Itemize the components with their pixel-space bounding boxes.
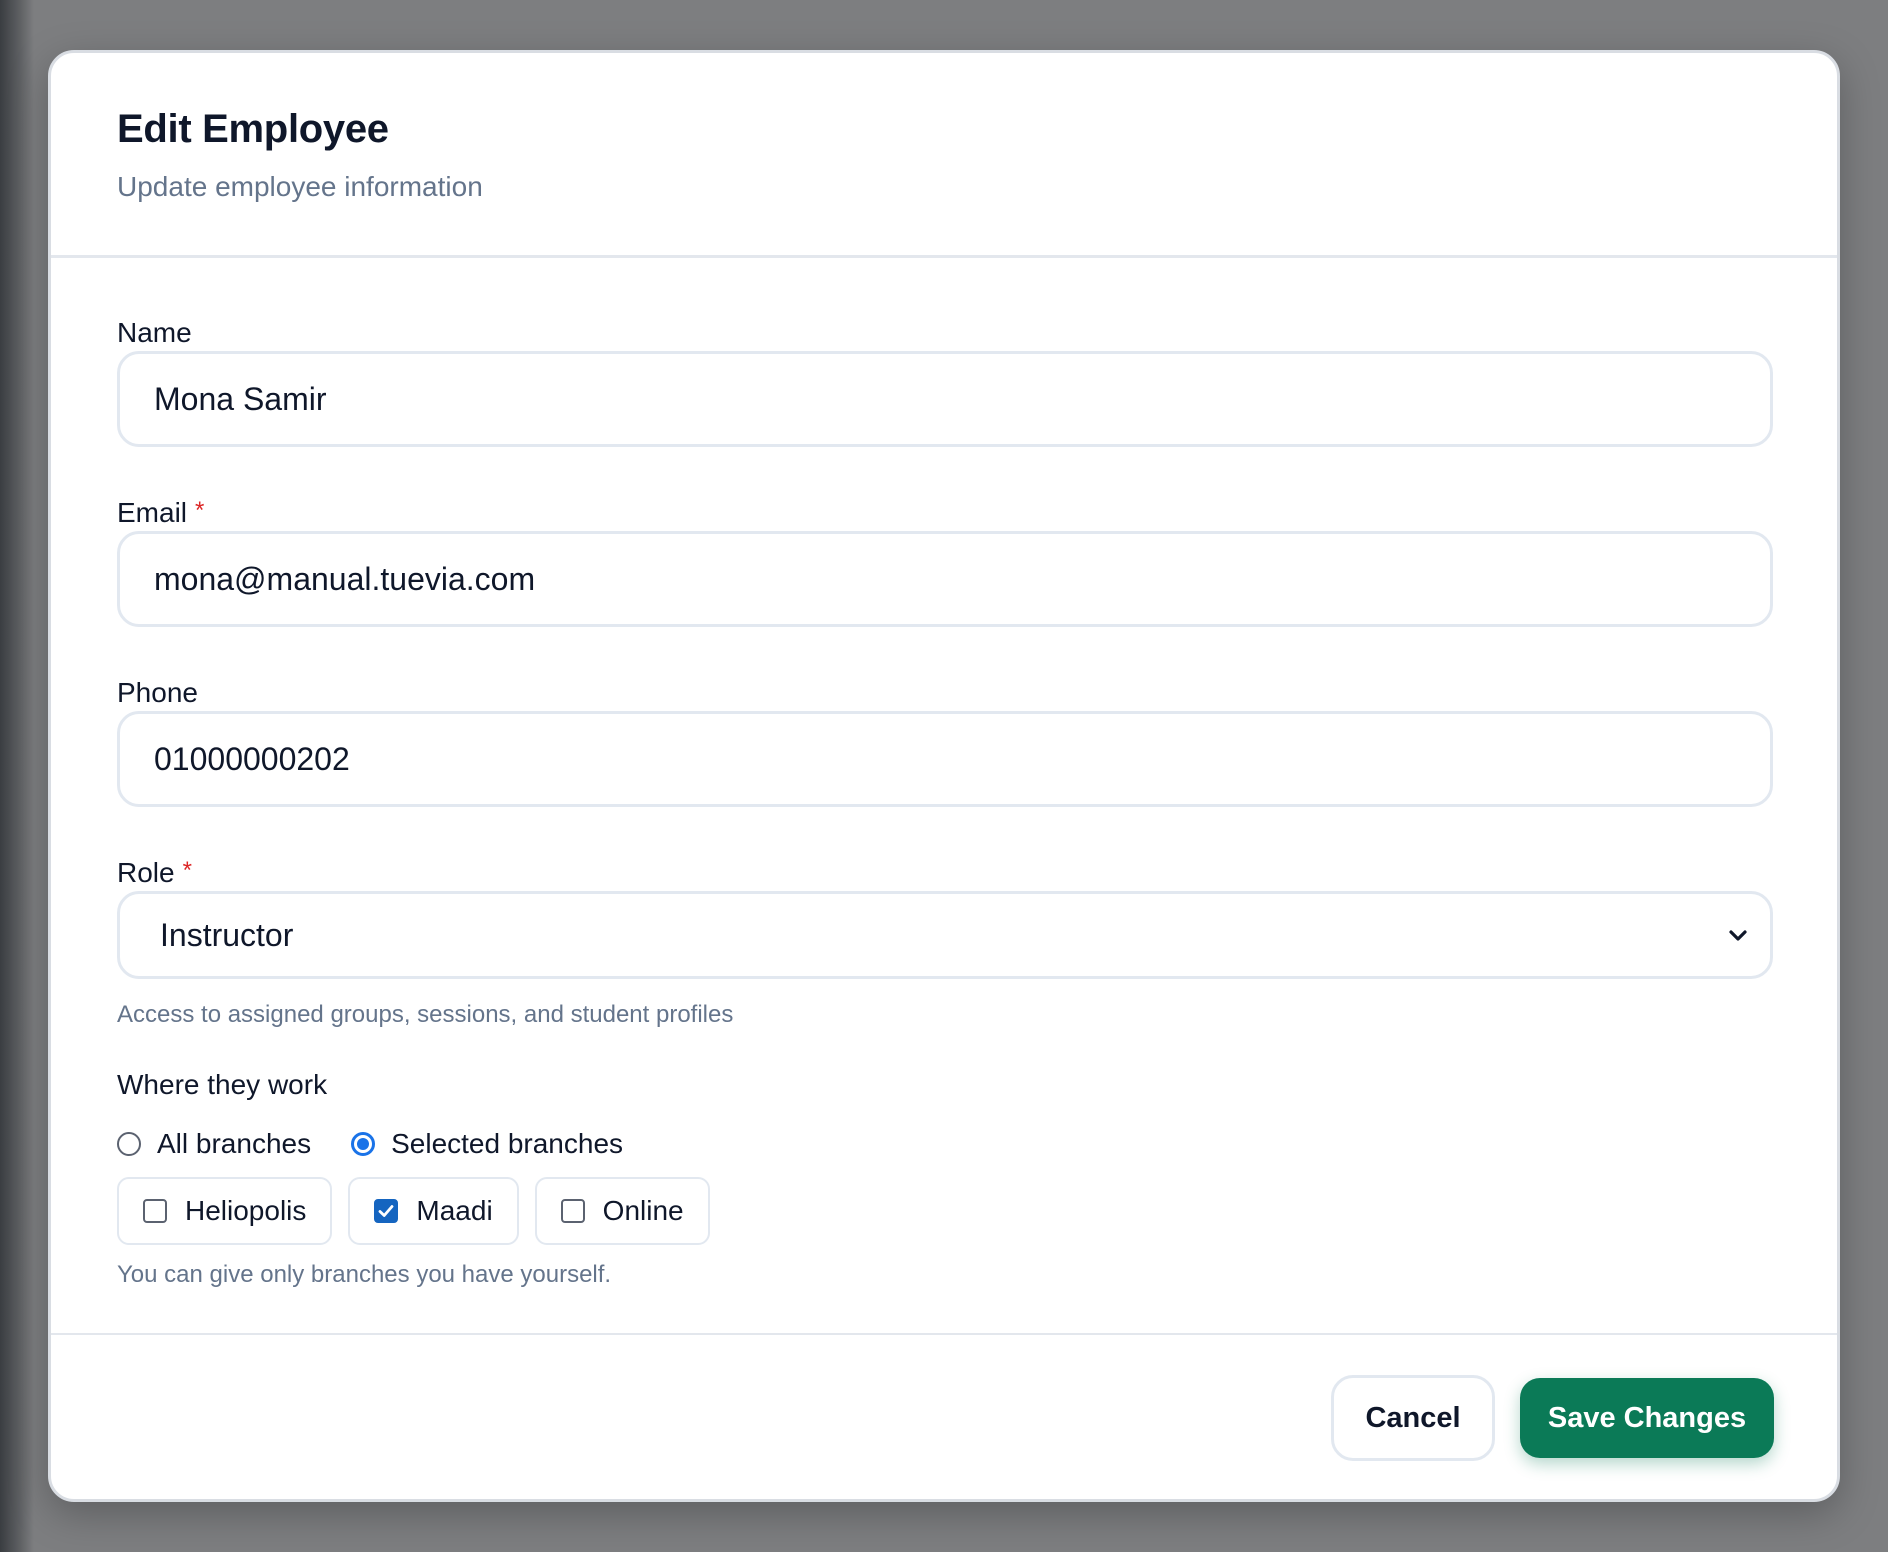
required-marker: * [195, 497, 205, 524]
work-location-label: Where they work [117, 1069, 328, 1100]
footer-divider [51, 1333, 1837, 1335]
checkbox[interactable] [374, 1199, 399, 1223]
phone-label-text: Phone [117, 677, 198, 708]
phone-input[interactable] [117, 711, 1773, 807]
email-input[interactable] [117, 531, 1773, 627]
dialog-subtitle: Update employee information [117, 171, 483, 202]
role-select[interactable]: Instructor [117, 891, 1773, 979]
email-label: Email * [117, 497, 204, 529]
radio-button[interactable] [351, 1132, 376, 1156]
edit-employee-dialog: Edit Employee Update employee informatio… [48, 50, 1840, 1502]
checkmark-icon [379, 1205, 394, 1217]
branch-option-maadi[interactable]: Maadi [348, 1177, 519, 1245]
name-input[interactable] [117, 351, 1773, 447]
branch-hint: You can give only branches you have your… [117, 1261, 612, 1288]
cancel-button[interactable]: Cancel [1331, 1375, 1495, 1461]
radio-label: Selected branches [391, 1128, 624, 1159]
radio-all-branches[interactable]: All branches [117, 1128, 311, 1160]
name-label: Name [117, 317, 192, 349]
branch-checkbox-group: Heliopolis Maadi Online [117, 1177, 726, 1245]
work-location-radio-group: All branches Selected branches [117, 1124, 663, 1164]
branch-label: Heliopolis [185, 1195, 307, 1226]
checkbox[interactable] [143, 1199, 167, 1223]
required-marker: * [182, 857, 192, 884]
chevron-down-icon [1729, 930, 1747, 941]
role-select-value: Instructor [160, 916, 294, 953]
branch-label: Online [602, 1195, 684, 1226]
role-label-text: Role [117, 857, 175, 888]
name-label-text: Name [117, 317, 192, 348]
radio-label: All branches [157, 1128, 312, 1159]
email-label-text: Email [117, 497, 188, 528]
branch-option-heliopolis[interactable]: Heliopolis [117, 1177, 333, 1245]
radio-selected-branches[interactable]: Selected branches [351, 1128, 623, 1160]
radio-button[interactable] [117, 1132, 141, 1156]
role-label: Role * [117, 857, 192, 889]
backdrop [0, 0, 34, 1552]
role-hint: Access to assigned groups, sessions, and… [117, 1001, 734, 1028]
branch-label: Maadi [416, 1195, 493, 1226]
dialog-title: Edit Employee [117, 107, 389, 151]
checkbox[interactable] [560, 1199, 585, 1223]
dialog-header: Edit Employee Update employee informatio… [51, 53, 1837, 258]
branch-option-online[interactable]: Online [534, 1177, 710, 1245]
phone-label: Phone [117, 677, 198, 709]
save-changes-button[interactable]: Save Changes [1520, 1378, 1774, 1458]
